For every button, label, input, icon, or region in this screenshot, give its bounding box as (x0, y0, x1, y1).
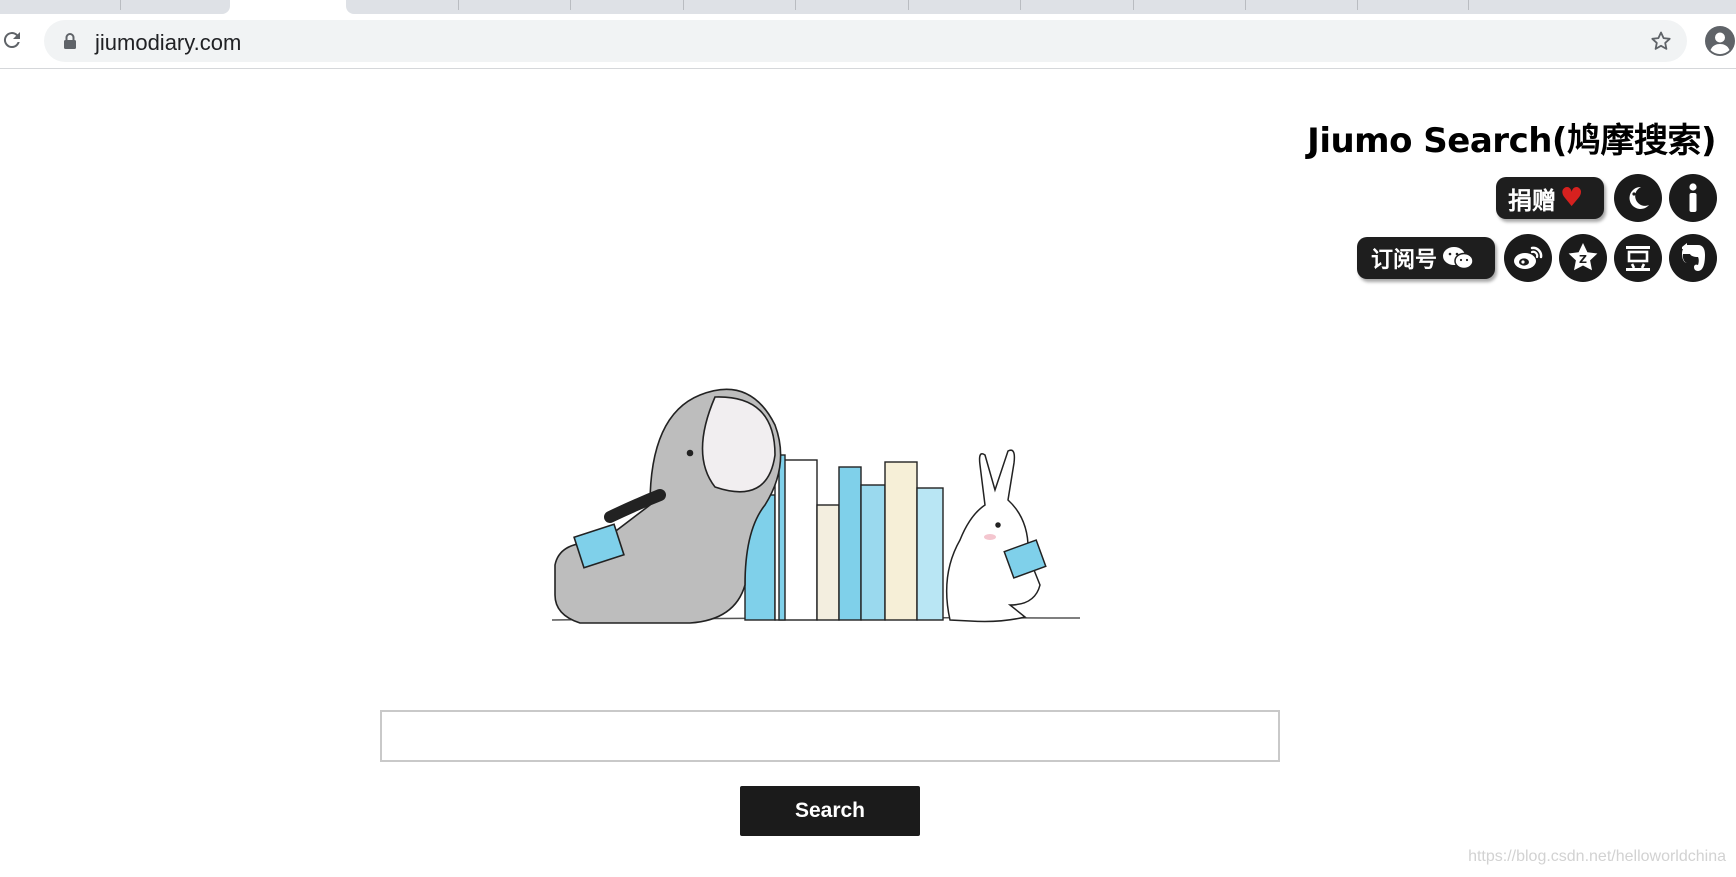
address-bar[interactable]: jiumodiary.com (44, 20, 1687, 62)
subscribe-wechat-button[interactable]: 订阅号 (1357, 237, 1495, 279)
site-brand-title: Jiumo Search(鸠摩搜索) (1307, 121, 1716, 161)
browser-tab-left[interactable] (0, 0, 230, 14)
info-icon (1689, 183, 1697, 212)
douban-icon (1626, 246, 1650, 271)
browser-toolbar: jiumodiary.com (0, 14, 1736, 69)
tab-separator (683, 0, 684, 10)
zhihu-button[interactable]: Z (1559, 234, 1607, 282)
subscribe-label: 订阅号 (1371, 248, 1438, 273)
donate-label: 捐赠 (1508, 186, 1556, 215)
reload-icon[interactable] (0, 28, 24, 52)
tab-separator (1133, 0, 1134, 10)
moon-icon (1629, 186, 1649, 209)
douban-button[interactable] (1614, 234, 1662, 282)
tab-separator (795, 0, 796, 10)
tab-separator (908, 0, 909, 10)
browser-tab-right[interactable] (346, 0, 1736, 14)
zhihu-star-icon: Z (1568, 243, 1598, 271)
tab-separator (1468, 0, 1469, 10)
heart-icon: ♥ (1560, 183, 1584, 213)
search-button[interactable]: Search (740, 786, 920, 836)
profile-avatar-icon[interactable] (1704, 25, 1736, 57)
lock-icon[interactable] (62, 32, 78, 50)
url-text[interactable]: jiumodiary.com (95, 30, 241, 56)
tab-separator (120, 0, 121, 10)
wechat-icon (1443, 247, 1474, 270)
evernote-button[interactable] (1669, 234, 1717, 282)
tab-separator (570, 0, 571, 10)
tab-separator (458, 0, 459, 10)
search-input[interactable] (380, 710, 1280, 762)
tab-separator (1020, 0, 1021, 10)
weibo-button[interactable] (1504, 234, 1552, 282)
tab-separator (1245, 0, 1246, 10)
donate-button[interactable]: 捐赠 ♥ (1496, 177, 1604, 219)
evernote-icon (1682, 243, 1705, 271)
tab-separator (1357, 0, 1358, 10)
tab-strip (0, 0, 1736, 14)
info-button[interactable] (1669, 174, 1717, 222)
bookmark-star-icon[interactable] (1649, 29, 1673, 53)
weibo-icon (1514, 246, 1543, 269)
csdn-watermark: https://blog.csdn.net/helloworldchina (1468, 848, 1726, 865)
svg-text:Z: Z (1579, 253, 1587, 266)
bunny (945, 449, 1047, 623)
elephant-bunny-books-illustration (551, 388, 1081, 624)
dark-mode-button[interactable] (1614, 174, 1662, 222)
